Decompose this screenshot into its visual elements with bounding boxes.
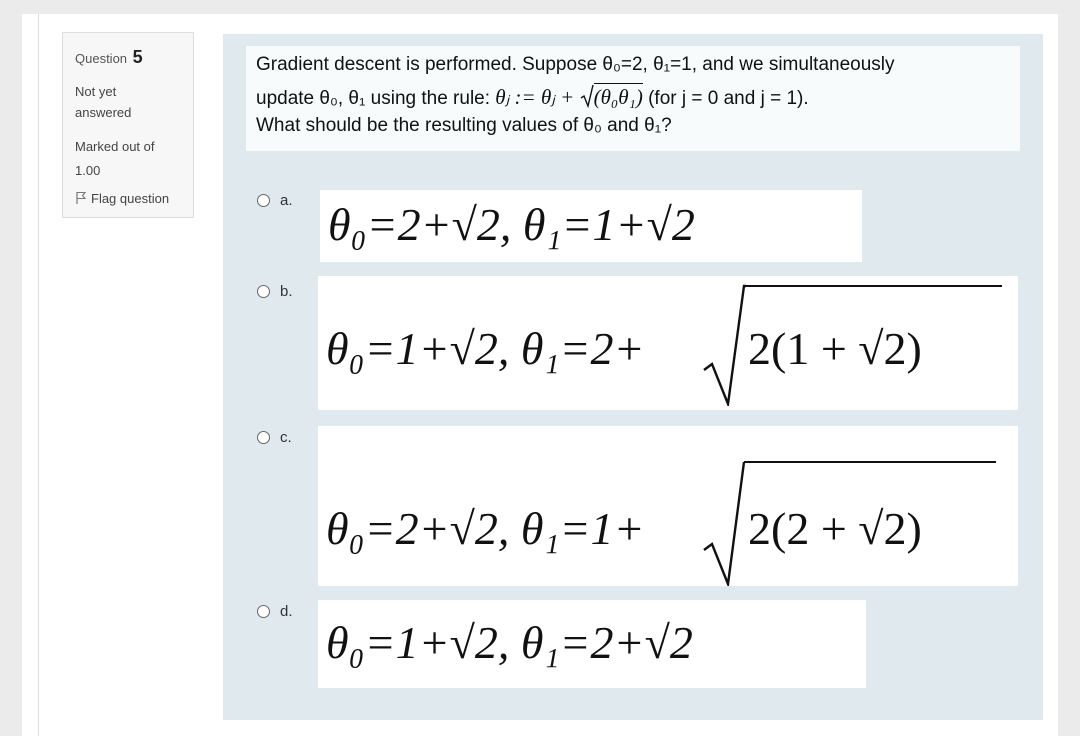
- option-d-letter: d.: [280, 603, 293, 620]
- divider: [38, 14, 39, 736]
- question-marks: Marked out of 1.00: [75, 135, 190, 183]
- question-line-3: What should be the resulting values of θ…: [256, 115, 672, 136]
- question-text: Gradient descent is performed. Suppose θ…: [246, 46, 1020, 151]
- state-line1: Not yet: [75, 84, 117, 99]
- option-a-letter: a.: [280, 192, 293, 209]
- option-a-expression: θ₀=2+√2, θ₁=1+√2: [328, 199, 695, 250]
- question-number: Question 5: [75, 47, 143, 68]
- question-line-2-pre: update θ₀, θ₁ using the rule:: [256, 88, 496, 110]
- option-b-expression: θ₀=1+√2, θ₁=2+: [326, 322, 645, 375]
- option-a-radio[interactable]: [257, 194, 270, 207]
- sqrt-symbol: [580, 84, 594, 114]
- option-c-radicand: 2(2 + √2): [748, 503, 922, 554]
- question-label: Question: [75, 51, 128, 66]
- option-c-expression: θ₀=2+√2, θ₁=1+: [326, 502, 645, 555]
- marks-line2: 1.00: [75, 163, 101, 178]
- state-line2: answered: [75, 105, 132, 120]
- sqrt-radicand: (θ₀θ₁): [593, 83, 643, 110]
- option-c-answer[interactable]: θ₀=2+√2, θ₁=1+ 2(2 + √2): [318, 426, 1018, 586]
- question-state: Not yet answered: [75, 81, 185, 123]
- option-c-sqrt-symbol: [703, 461, 746, 586]
- flag-question-link[interactable]: Flag question: [75, 191, 169, 206]
- option-a-answer[interactable]: θ₀=2+√2, θ₁=1+√2: [320, 190, 862, 262]
- flag-label: Flag question: [91, 191, 170, 206]
- question-line-2-post: (for j = 0 and j = 1).: [642, 88, 809, 110]
- option-d-radio[interactable]: [257, 605, 270, 618]
- option-b-sqrt-symbol: [703, 284, 746, 406]
- option-b-radicand: 2(1 + √2): [748, 323, 922, 374]
- option-c-vinculum: [744, 461, 996, 464]
- option-c-radio[interactable]: [257, 431, 270, 444]
- option-d-answer[interactable]: θ₀=1+√2, θ₁=2+√2: [318, 600, 866, 688]
- question-line-1: Gradient descent is performed. Suppose θ…: [256, 54, 895, 75]
- option-b-vinculum: [744, 285, 1002, 288]
- question-number-value: 5: [132, 47, 143, 67]
- option-b-letter: b.: [280, 283, 293, 300]
- option-d-expression: θ₀=1+√2, θ₁=2+√2: [326, 617, 693, 668]
- option-b-answer[interactable]: θ₀=1+√2, θ₁=2+ 2(1 + √2): [318, 276, 1018, 410]
- option-c-expression-pre: θ₀=2+√2, θ₁=1+: [326, 503, 645, 554]
- update-rule: θⱼ := θⱼ +: [495, 85, 580, 110]
- question-info-panel: Question 5 Not yet answered Marked out o…: [62, 32, 194, 218]
- option-b-expression-pre: θ₀=1+√2, θ₁=2+: [326, 323, 645, 374]
- option-b-radio[interactable]: [257, 285, 270, 298]
- flag-icon: [75, 191, 87, 204]
- question-line-2: update θ₀, θ₁ using the rule: θⱼ := θⱼ +…: [256, 83, 809, 114]
- marks-line1: Marked out of: [75, 139, 155, 154]
- option-c-letter: c.: [280, 429, 292, 446]
